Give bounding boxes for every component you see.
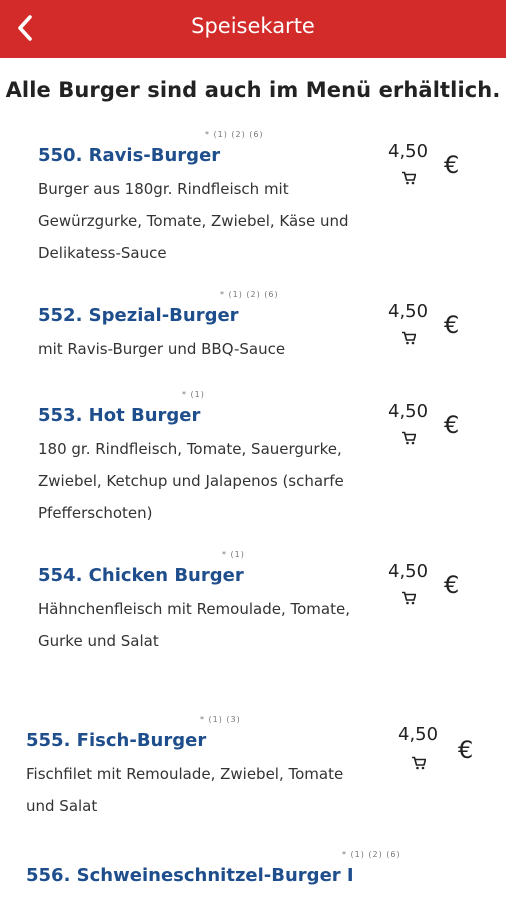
item-description: 180 gr. Rindfleisch, Tomate, Sauergurke,… (38, 440, 344, 522)
item-footnotes: * (1) (2) (6) (205, 130, 264, 139)
item-name: 552. Spezial-Burger (38, 305, 239, 326)
item-footnotes: * (1) (2) (6) (220, 290, 279, 299)
item-description: Burger aus 180gr. Rindfleisch mit Gewürz… (38, 180, 349, 262)
menu-item-553[interactable]: 553. Hot Burger * (1) 180 gr. Rindfleisc… (0, 385, 506, 530)
add-to-cart-icon[interactable] (402, 431, 416, 445)
header-bar: Speisekarte (0, 0, 506, 58)
item-description: mit Ravis-Burger und BBQ-Sauce (38, 340, 286, 358)
item-description: Hähnchenfleisch mit Remoulade, Tomate, G… (38, 600, 350, 650)
item-price: 4,50 (388, 301, 429, 322)
item-name: 555. Fisch-Burger (26, 730, 207, 751)
item-price: 4,50 (388, 561, 429, 582)
item-currency: € (444, 571, 460, 599)
item-currency: € (444, 411, 460, 439)
item-price: 4,50 (398, 724, 439, 745)
add-to-cart-icon[interactable] (402, 331, 416, 345)
page-title: Speisekarte (191, 14, 315, 38)
item-footnotes: * (1) (2) (6) (342, 850, 401, 859)
item-name: 553. Hot Burger (38, 405, 201, 426)
menu-item-550[interactable]: 550. Ravis-Burger * (1) (2) (6) Burger a… (0, 125, 506, 275)
item-name: 554. Chicken Burger (38, 565, 244, 586)
add-to-cart-icon[interactable] (412, 756, 426, 770)
item-footnotes: * (1) (182, 390, 205, 399)
add-to-cart-icon[interactable] (402, 591, 416, 605)
menu-item-554[interactable]: 554. Chicken Burger * (1) Hähnchenfleisc… (0, 545, 506, 665)
add-to-cart-icon[interactable] (402, 171, 416, 185)
menu-item-552[interactable]: 552. Spezial-Burger * (1) (2) (6) mit Ra… (0, 285, 506, 365)
item-price: 4,50 (388, 401, 429, 422)
menu-item-556[interactable]: 556. Schweineschnitzel-Burger I * (1) (2… (0, 845, 506, 900)
item-name: 556. Schweineschnitzel-Burger I (26, 865, 354, 886)
menu-item-555[interactable]: 555. Fisch-Burger * (1) (3) Fischfilet m… (0, 710, 506, 835)
item-description: Fischfilet mit Remoulade, Zwiebel, Tomat… (26, 765, 344, 815)
item-currency: € (458, 736, 474, 764)
item-footnotes: * (1) (222, 550, 245, 559)
item-currency: € (444, 311, 460, 339)
menu-headline: Alle Burger sind auch im Menü erhältlich… (5, 78, 501, 102)
item-name: 550. Ravis-Burger (38, 145, 221, 166)
item-price: 4,50 (388, 141, 429, 162)
item-footnotes: * (1) (3) (200, 715, 241, 724)
item-currency: € (444, 151, 460, 179)
